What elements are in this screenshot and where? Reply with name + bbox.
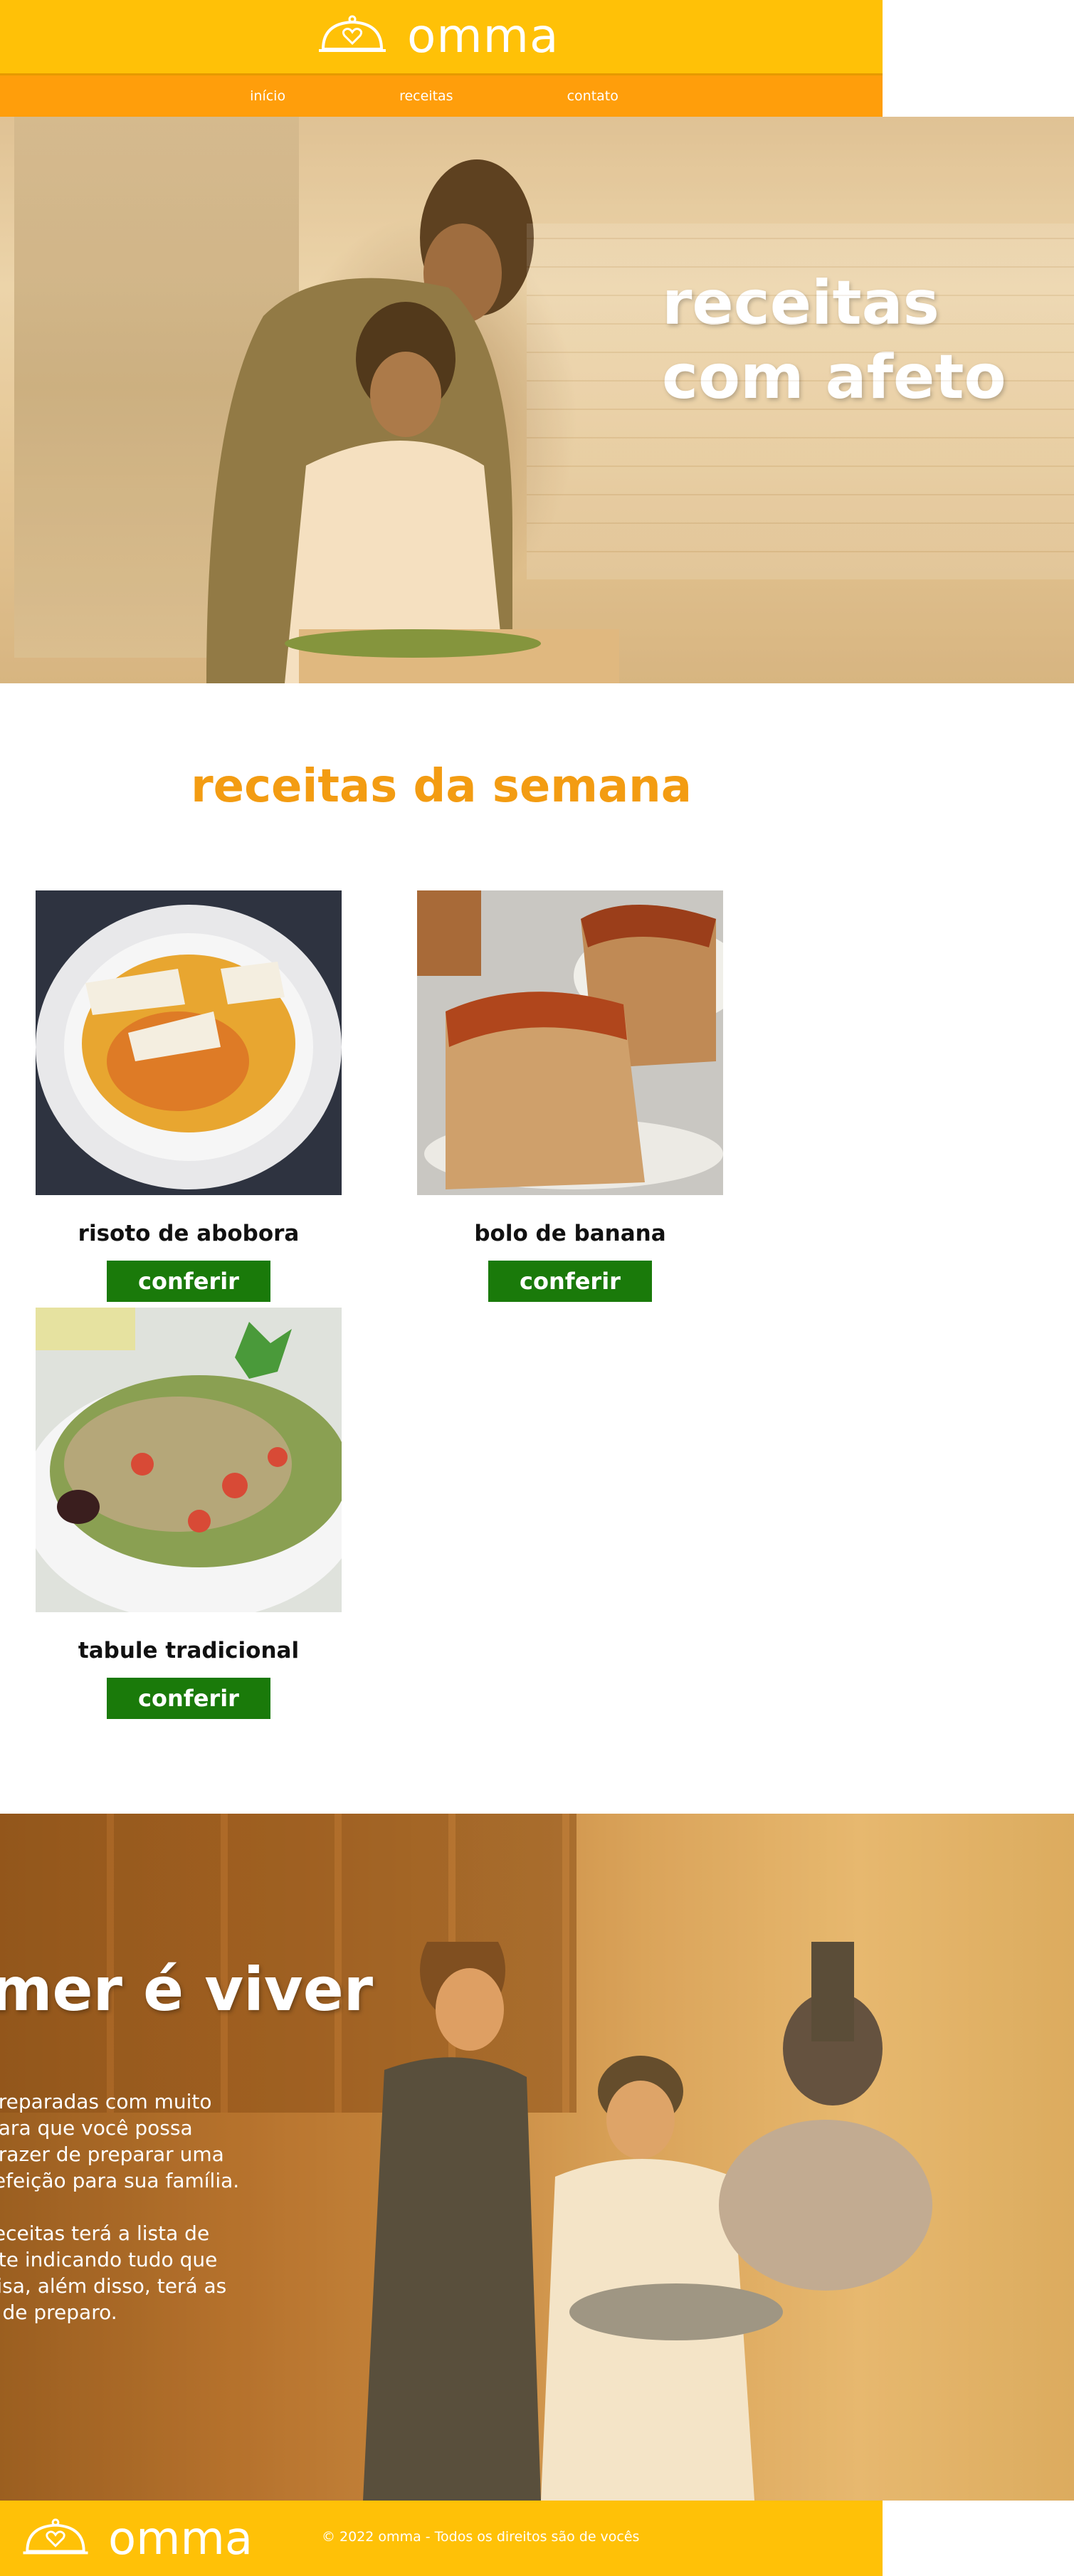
footer-copyright: © 2022 omma - Todos os direitos são de v… <box>322 2529 640 2545</box>
recipe-card: bolo de banana conferir <box>417 890 723 1302</box>
cloche-heart-icon <box>23 2518 88 2555</box>
recipe-name: risoto de abobora <box>78 1221 300 1246</box>
hero-title-line-2: com afeto <box>662 342 1006 413</box>
cloche-heart-icon <box>319 15 386 52</box>
main-nav: início receitas contato <box>0 75 883 117</box>
hero-tint-overlay <box>0 117 1074 683</box>
nav-link-receitas[interactable]: receitas <box>399 88 453 104</box>
recipe-name: tabule tradicional <box>78 1638 300 1663</box>
recipe-name: bolo de banana <box>474 1221 666 1246</box>
site-footer: omma © 2022 omma - Todos os direitos são… <box>0 2501 883 2576</box>
bolo-photo[interactable] <box>417 890 723 1195</box>
recipes-section-title: receitas da semana <box>191 760 692 813</box>
nav-link-contato[interactable]: contato <box>567 88 618 104</box>
tabule-photo[interactable] <box>36 1308 342 1612</box>
about-title: mer é viver <box>0 1955 374 2024</box>
brand-name: omma <box>407 9 559 63</box>
recipe-card: risoto de abobora conferir <box>36 890 342 1302</box>
nav-link-inicio[interactable]: início <box>250 88 285 104</box>
footer-brand-name: omma <box>108 2513 253 2565</box>
site-header: omma <box>0 0 883 75</box>
footer-brand-logo[interactable]: omma <box>21 2516 253 2562</box>
about-text: preparadas com muito para que você possa… <box>0 2090 240 2324</box>
conferir-button[interactable]: conferir <box>488 1261 652 1302</box>
conferir-button[interactable]: conferir <box>107 1678 270 1719</box>
hero-title-line-1: receitas <box>662 268 939 339</box>
conferir-button[interactable]: conferir <box>107 1261 270 1302</box>
hero-banner: receitas com afeto <box>0 117 1074 683</box>
brand-logo[interactable]: omma <box>317 13 559 60</box>
risoto-photo[interactable] <box>36 890 342 1195</box>
hero-title: receitas com afeto <box>662 266 1006 414</box>
recipe-card: tabule tradicional conferir <box>36 1308 342 1719</box>
